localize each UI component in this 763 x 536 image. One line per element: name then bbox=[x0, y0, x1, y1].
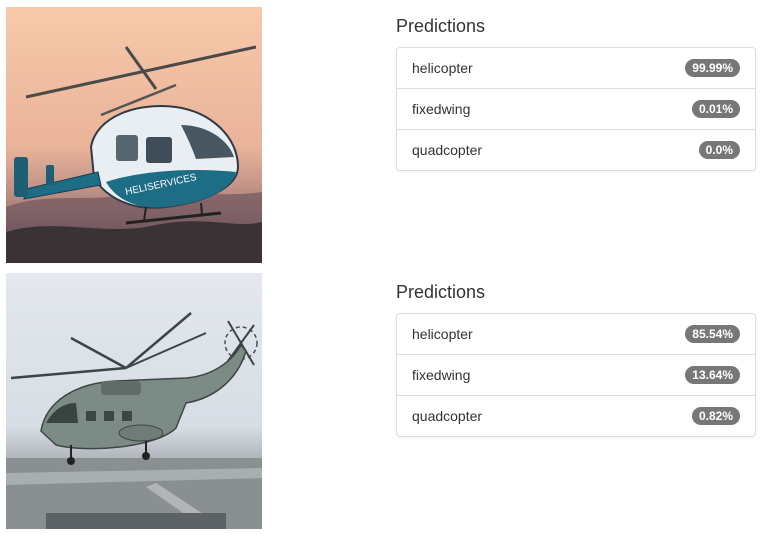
prediction-result-1: HELISERVICES Predictions helicopter 99.9… bbox=[0, 0, 763, 263]
input-image-2 bbox=[6, 273, 262, 529]
list-item: quadcopter 0.0% bbox=[397, 129, 755, 170]
predictions-title: Predictions bbox=[396, 16, 486, 36]
probability-badge: 0.01% bbox=[691, 100, 740, 118]
list-item: helicopter 99.99% bbox=[397, 48, 755, 88]
predictions-list: helicopter 99.99% fixedwing 0.01% quadco… bbox=[396, 47, 756, 171]
class-label: quadcopter bbox=[412, 408, 483, 424]
probability-badge: 85.54% bbox=[685, 325, 740, 343]
list-item: fixedwing 0.01% bbox=[397, 88, 755, 129]
prediction-result-2: Predictions helicopter 85.54% fixedwing … bbox=[0, 266, 763, 529]
probability-badge: 0.0% bbox=[698, 141, 740, 159]
probability-badge: 99.99% bbox=[685, 59, 740, 77]
class-label: fixedwing bbox=[412, 101, 471, 117]
class-label: helicopter bbox=[412, 326, 473, 342]
input-image-1: HELISERVICES bbox=[6, 7, 262, 263]
predictions-title: Predictions bbox=[396, 282, 486, 302]
probability-badge: 13.64% bbox=[685, 366, 740, 384]
predictions-panel-2: Predictions helicopter 85.54% fixedwing … bbox=[396, 281, 756, 437]
predictions-list: helicopter 85.54% fixedwing 13.64% quadc… bbox=[396, 313, 756, 437]
probability-badge: 0.82% bbox=[691, 407, 740, 425]
class-label: fixedwing bbox=[412, 367, 471, 383]
list-item: fixedwing 13.64% bbox=[397, 354, 755, 395]
predictions-panel-1: Predictions helicopter 99.99% fixedwing … bbox=[396, 15, 756, 171]
class-label: helicopter bbox=[412, 60, 473, 76]
list-item: quadcopter 0.82% bbox=[397, 395, 755, 436]
class-label: quadcopter bbox=[412, 142, 483, 158]
list-item: helicopter 85.54% bbox=[397, 314, 755, 354]
